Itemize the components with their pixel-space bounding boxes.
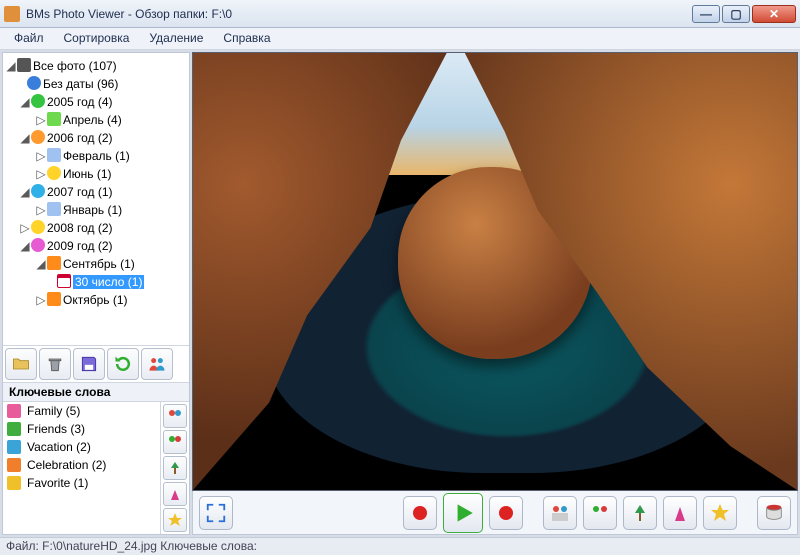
vacation-icon [7, 440, 21, 454]
keyword-label[interactable]: Vacation (2) [27, 440, 91, 454]
tag-friends-button-2[interactable] [583, 496, 617, 530]
tag-friends-button[interactable] [163, 430, 187, 454]
menu-sort[interactable]: Сортировка [54, 28, 140, 49]
tag-favorite-button[interactable] [163, 508, 187, 532]
calendar-icon [57, 274, 71, 288]
keyword-label[interactable]: Favorite (1) [27, 476, 88, 490]
delete-photo-button[interactable] [757, 496, 791, 530]
expand-toggle[interactable]: ◢ [5, 57, 17, 75]
keywords-list[interactable]: Family (5) Friends (3) Vacation (2) Cele… [3, 402, 161, 534]
expand-toggle[interactable]: ▷ [35, 291, 47, 309]
keyword-item: Vacation (2) [3, 438, 160, 456]
keywords-header: Ключевые слова [3, 382, 189, 402]
favorite-icon [7, 476, 21, 490]
title-bar: BMs Photo Viewer - Обзор папки: F:\0 — ▢… [0, 0, 800, 28]
expand-toggle[interactable]: ▷ [35, 111, 47, 129]
tag-vacation-button[interactable] [163, 456, 187, 480]
close-button[interactable]: ✕ [752, 5, 796, 23]
tree-2007-jan[interactable]: Январь (1) [63, 203, 122, 217]
sun-icon [47, 166, 61, 180]
tree-2008[interactable]: 2008 год (2) [47, 221, 113, 235]
refresh-button[interactable] [107, 348, 139, 380]
menu-bar: Файл Сортировка Удаление Справка [0, 28, 800, 50]
trash-button[interactable] [39, 348, 71, 380]
keyword-item: Family (5) [3, 402, 160, 420]
stop-record-button[interactable] [489, 496, 523, 530]
expand-toggle[interactable]: ◢ [19, 129, 31, 147]
play-button[interactable] [443, 493, 483, 533]
expand-toggle[interactable]: ◢ [19, 93, 31, 111]
keyword-item: Celebration (2) [3, 456, 160, 474]
year-icon [31, 94, 45, 108]
expand-toggle[interactable]: ▷ [35, 165, 47, 183]
sidebar: ◢ Все фото (107) Без даты (96) ◢ 2005 год … [2, 52, 190, 535]
friends-icon [7, 422, 21, 436]
tag-family-button[interactable] [163, 404, 187, 428]
tag-celebration-button-2[interactable] [663, 496, 697, 530]
question-icon [27, 76, 41, 90]
open-folder-button[interactable] [5, 348, 37, 380]
expand-toggle[interactable]: ▷ [19, 219, 31, 237]
snowflake-icon [47, 148, 61, 162]
menu-delete[interactable]: Удаление [139, 28, 213, 49]
viewer-panel [192, 52, 798, 535]
tag-celebration-button[interactable] [163, 482, 187, 506]
family-icon [7, 404, 21, 418]
maple-leaf-icon [47, 256, 61, 270]
snowflake-icon [47, 202, 61, 216]
expand-toggle[interactable]: ◢ [19, 183, 31, 201]
year-icon [31, 184, 45, 198]
keyword-buttons [161, 402, 189, 534]
status-bar: Файл: F:\0\natureHD_24.jpg Ключевые слов… [0, 537, 800, 555]
maple-leaf-icon [47, 292, 61, 306]
menu-file[interactable]: Файл [4, 28, 54, 49]
minimize-button[interactable]: — [692, 5, 720, 23]
sidebar-toolbar [3, 345, 189, 382]
tree-2007[interactable]: 2007 год (1) [47, 185, 113, 199]
tag-family-button-2[interactable] [543, 496, 577, 530]
tree-2006[interactable]: 2006 год (2) [47, 131, 113, 145]
expand-toggle[interactable]: ▷ [35, 201, 47, 219]
keyword-item: Friends (3) [3, 420, 160, 438]
tree-root[interactable]: Все фото (107) [33, 59, 117, 73]
expand-toggle[interactable]: ◢ [35, 255, 47, 273]
tree-2009-sep-30[interactable]: 30 число (1) [73, 275, 144, 289]
keyword-label[interactable]: Friends (3) [27, 422, 85, 436]
tree-2006-jun[interactable]: Июнь (1) [63, 167, 112, 181]
window-title: BMs Photo Viewer - Обзор папки: F:\0 [26, 7, 690, 21]
people-button[interactable] [141, 348, 173, 380]
status-text: Файл: F:\0\natureHD_24.jpg Ключевые слов… [6, 539, 257, 553]
celebration-icon [7, 458, 21, 472]
record-button[interactable] [403, 496, 437, 530]
keyword-item: Favorite (1) [3, 474, 160, 492]
tree-2005[interactable]: 2005 год (4) [47, 95, 113, 109]
tag-favorite-button-2[interactable] [703, 496, 737, 530]
photo-image [193, 53, 797, 490]
fullscreen-button[interactable] [199, 496, 233, 530]
year-icon [31, 220, 45, 234]
tree-nodate[interactable]: Без даты (96) [43, 77, 118, 91]
keyword-label[interactable]: Celebration (2) [27, 458, 106, 472]
year-icon [31, 238, 45, 252]
camera-icon [17, 58, 31, 72]
tree-2009[interactable]: 2009 год (2) [47, 239, 113, 253]
tag-vacation-button-2[interactable] [623, 496, 657, 530]
tree-2005-apr[interactable]: Апрель (4) [63, 113, 122, 127]
leaf-icon [47, 112, 61, 126]
expand-toggle[interactable]: ▷ [35, 147, 47, 165]
app-icon [4, 6, 20, 22]
photo-viewport[interactable] [192, 52, 798, 491]
tree-2006-feb[interactable]: Февраль (1) [63, 149, 130, 163]
viewer-toolbar [192, 491, 798, 535]
maximize-button[interactable]: ▢ [722, 5, 750, 23]
save-button[interactable] [73, 348, 105, 380]
year-icon [31, 130, 45, 144]
keyword-label[interactable]: Family (5) [27, 404, 80, 418]
tree-2009-oct[interactable]: Октябрь (1) [63, 293, 128, 307]
folder-tree[interactable]: ◢ Все фото (107) Без даты (96) ◢ 2005 год … [3, 53, 189, 345]
menu-help[interactable]: Справка [213, 28, 280, 49]
tree-2009-sep[interactable]: Сентябрь (1) [63, 257, 135, 271]
expand-toggle[interactable]: ◢ [19, 237, 31, 255]
